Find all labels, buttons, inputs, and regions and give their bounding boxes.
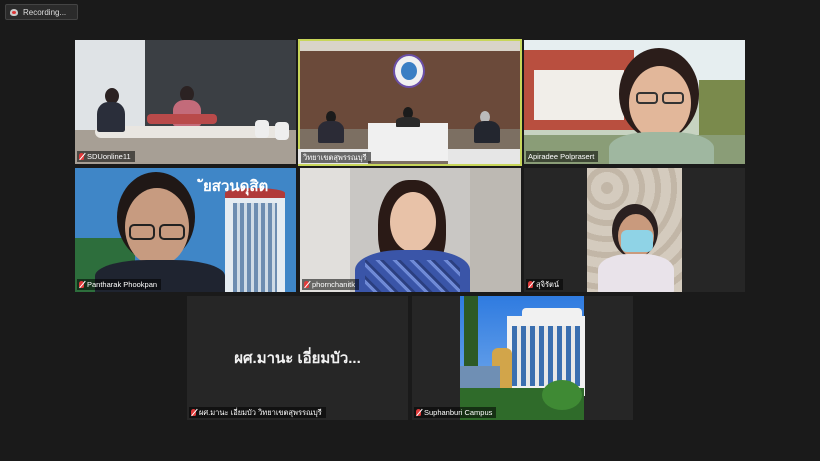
- video-tile-suphanburi-room[interactable]: วิทยาเขตสุพรรณบุรี: [298, 39, 522, 166]
- participant-name: SDUonline11: [87, 152, 131, 161]
- muted-mic-icon: [528, 281, 533, 288]
- participant-name: ผศ.มานะ เอี่ยมบัว วิทยาเขตสุพรรณบุรี: [199, 408, 322, 417]
- video-tile-mana[interactable]: ผศ.มานะ เอี่ยมบัว... ผศ.มานะ เอี่ยมบัว ว…: [187, 296, 408, 420]
- participant-label: ผศ.มานะ เอี่ยมบัว วิทยาเขตสุพรรณบุรี: [189, 407, 326, 418]
- video-tile-sduonline11[interactable]: SDUonline11: [75, 40, 296, 164]
- video-tile-sujirat[interactable]: สุจิรัตน์: [524, 168, 745, 292]
- participant-name: Apiradee Polprasert: [528, 152, 595, 161]
- video-tile-phornchanitk[interactable]: phornchanitk: [300, 168, 521, 292]
- recording-indicator[interactable]: Recording...: [5, 4, 78, 20]
- muted-mic-icon: [79, 281, 84, 288]
- participant-name: สุจิรัตน์: [536, 280, 559, 289]
- video-feed: [524, 40, 745, 164]
- video-tile-apiradee[interactable]: Apiradee Polprasert: [524, 40, 745, 164]
- participant-label: สุจิรัตน์: [526, 279, 563, 290]
- video-tile-suphanburi-campus[interactable]: Suphanburi Campus: [412, 296, 633, 420]
- participant-display-name: ผศ.มานะ เอี่ยมบัว...: [234, 350, 361, 367]
- video-feed: ัยสวนดุสิต: [75, 168, 296, 292]
- participant-label: วิทยาเขตสุพรรณบุรี: [301, 152, 371, 163]
- banner-text: ัยสวนดุสิต: [203, 178, 269, 195]
- participant-label: Suphanburi Campus: [414, 407, 497, 418]
- video-feed: [75, 40, 296, 164]
- video-feed: [412, 296, 633, 420]
- muted-mic-icon: [416, 409, 421, 416]
- participant-label: Apiradee Polprasert: [526, 151, 599, 162]
- participant-name: Pantharak Phookpan: [87, 280, 158, 289]
- muted-mic-icon: [191, 409, 196, 416]
- video-feed: [524, 168, 745, 292]
- participant-name: วิทยาเขตสุพรรณบุรี: [303, 153, 367, 162]
- muted-mic-icon: [304, 281, 309, 288]
- muted-mic-icon: [79, 153, 84, 160]
- participant-label: SDUonline11: [77, 151, 135, 162]
- recording-label: Recording...: [23, 7, 67, 17]
- participant-label: phornchanitk: [302, 279, 359, 290]
- participant-name: Suphanburi Campus: [424, 408, 493, 417]
- recording-icon: [10, 8, 18, 16]
- participant-label: Pantharak Phookpan: [77, 279, 162, 290]
- video-feed: [300, 168, 521, 292]
- video-feed: [298, 39, 522, 166]
- video-tile-pantharak[interactable]: ัยสวนดุสิต Pantharak Phookpan: [75, 168, 296, 292]
- participant-name: phornchanitk: [312, 280, 355, 289]
